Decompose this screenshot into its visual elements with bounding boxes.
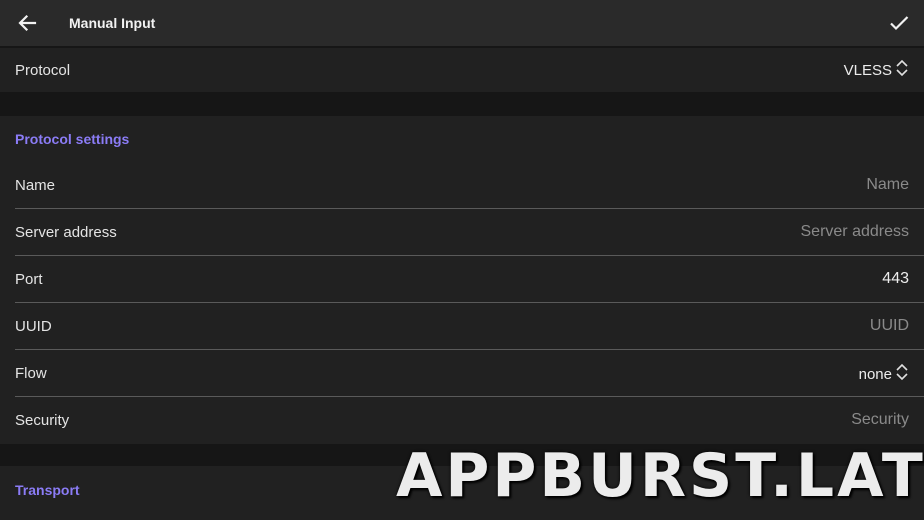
divider bbox=[15, 255, 924, 256]
name-row[interactable]: Name Name bbox=[15, 163, 909, 209]
manual-input-screen: Manual Input Protocol VLESS Protocol set… bbox=[0, 0, 924, 520]
port-field[interactable]: 443 bbox=[882, 270, 909, 288]
protocol-row[interactable]: Protocol VLESS bbox=[15, 48, 909, 92]
uuid-field[interactable]: UUID bbox=[870, 317, 909, 335]
watermark-text: APPBURST.LAT bbox=[396, 441, 924, 511]
flow-select[interactable]: none bbox=[859, 363, 909, 385]
server-address-label: Server address bbox=[15, 224, 117, 241]
name-label: Name bbox=[15, 177, 56, 194]
port-label: Port bbox=[15, 271, 43, 288]
security-field[interactable]: Security bbox=[851, 411, 909, 429]
security-row[interactable]: Security Security bbox=[15, 398, 909, 444]
protocol-card: Protocol VLESS bbox=[0, 48, 924, 92]
flow-value: none bbox=[858, 365, 892, 383]
security-label: Security bbox=[15, 412, 70, 429]
divider bbox=[15, 302, 924, 303]
app-bar: Manual Input bbox=[0, 0, 924, 46]
port-row[interactable]: Port 443 bbox=[15, 257, 909, 303]
section-title-transport: Transport bbox=[15, 482, 80, 498]
section-title-protocol-settings: Protocol settings bbox=[15, 131, 130, 147]
check-icon[interactable] bbox=[887, 11, 911, 35]
chevron-up-down-icon bbox=[895, 58, 909, 83]
server-address-field[interactable]: Server address bbox=[801, 223, 910, 241]
divider bbox=[15, 396, 924, 397]
arrow-left-icon[interactable] bbox=[15, 11, 39, 35]
page-title: Manual Input bbox=[69, 15, 156, 31]
flow-label: Flow bbox=[15, 365, 47, 382]
protocol-value: VLESS bbox=[843, 61, 892, 79]
server-address-row[interactable]: Server address Server address bbox=[15, 210, 909, 256]
divider bbox=[15, 208, 924, 209]
protocol-label: Protocol bbox=[15, 62, 71, 79]
divider bbox=[15, 349, 924, 350]
name-field[interactable]: Name bbox=[866, 176, 909, 194]
uuid-label: UUID bbox=[15, 318, 52, 335]
protocol-select[interactable]: VLESS bbox=[844, 59, 909, 81]
flow-row[interactable]: Flow none bbox=[15, 351, 909, 397]
uuid-row[interactable]: UUID UUID bbox=[15, 304, 909, 350]
chevron-up-down-icon bbox=[895, 362, 909, 387]
